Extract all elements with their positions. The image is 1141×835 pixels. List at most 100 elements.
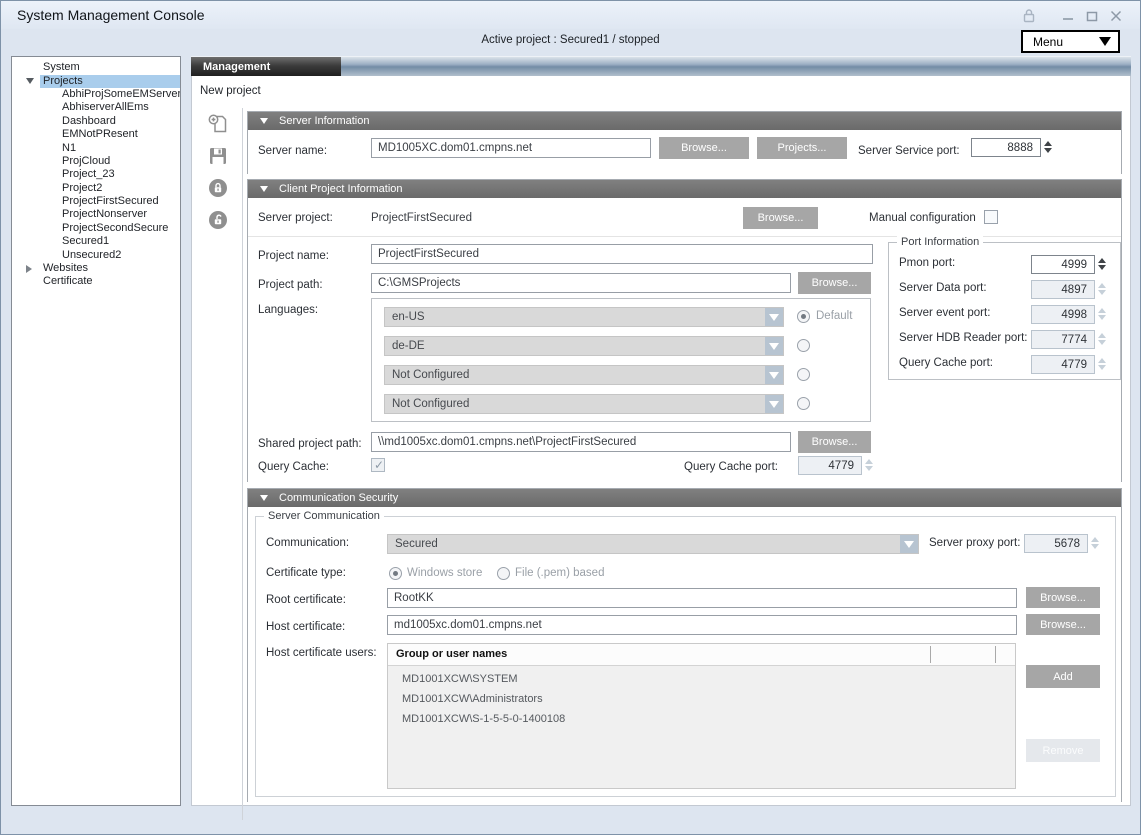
column-divider[interactable] (995, 646, 996, 663)
root-certificate-label: Root certificate: (266, 594, 346, 606)
host-certificate-input[interactable] (387, 615, 1017, 635)
root-certificate-input[interactable] (387, 588, 1017, 608)
lock-open-icon[interactable] (204, 207, 232, 233)
language-default-radio-1[interactable] (797, 310, 810, 323)
tree-item-projcloud[interactable]: ProjCloud (12, 155, 180, 168)
tree-item-system[interactable]: System (12, 61, 180, 74)
section-header[interactable]: Server Information (248, 112, 1121, 130)
tree-item-label: System (40, 61, 83, 74)
user-list-item[interactable]: MD1001XCW\SYSTEM (388, 669, 1015, 689)
collapsed-arrow-icon[interactable] (20, 263, 40, 275)
server-name-input[interactable] (371, 138, 651, 158)
minimize-button[interactable] (1056, 8, 1080, 24)
language-default-radio-3[interactable] (797, 368, 810, 381)
tree-item-websites[interactable]: Websites (12, 262, 180, 275)
server-project-browse-button[interactable]: Browse... (743, 207, 818, 229)
language-dropdown-4[interactable]: Not Configured (384, 394, 784, 414)
tree-item-n1[interactable]: N1 (12, 141, 180, 154)
query-cache-port-spinner[interactable]: 4779 (798, 456, 862, 475)
user-list-item[interactable]: MD1001XCW\S-1-5-5-0-1400108 (388, 709, 1015, 729)
column-divider[interactable] (930, 646, 931, 663)
project-path-input[interactable] (371, 273, 791, 293)
tree-item-label: Secured1 (59, 235, 112, 248)
language-dropdown-2[interactable]: de-DE (384, 336, 784, 356)
section-header[interactable]: Communication Security (248, 489, 1121, 507)
project-name-input[interactable] (371, 244, 873, 264)
communication-dropdown[interactable]: Secured (387, 534, 919, 554)
tree-item-secured1[interactable]: Secured1 (12, 235, 180, 248)
root-certificate-browse-button[interactable]: Browse... (1026, 587, 1100, 608)
tree-item-unsecured2[interactable]: Unsecured2 (12, 248, 180, 261)
port-spinner: 7774 (1031, 330, 1095, 349)
service-port-spin-arrows[interactable] (1042, 137, 1054, 157)
save-icon[interactable] (204, 143, 232, 169)
language-default-radio-4[interactable] (797, 397, 810, 410)
port-spin-arrows[interactable] (1096, 254, 1108, 274)
tree-item-abhiserverallems[interactable]: AbhiserverAllEms (12, 101, 180, 114)
tree-item-abhiprojsomeemserver[interactable]: AbhiProjSomeEMServer (12, 88, 180, 101)
server-projects-button[interactable]: Projects... (757, 137, 847, 159)
tree-item-label: AbhiProjSomeEMServer (59, 88, 181, 101)
lock-closed-icon[interactable] (204, 175, 232, 201)
tree-item-projectfirstsecured[interactable]: ProjectFirstSecured (12, 195, 180, 208)
section-title: Client Project Information (279, 183, 403, 195)
title-bar: System Management Console (1, 1, 1140, 29)
users-column-header: Group or user names (396, 648, 507, 660)
cert-type-windows-radio[interactable] (389, 567, 402, 580)
server-browse-button[interactable]: Browse... (659, 137, 749, 159)
new-project-icon[interactable] (204, 111, 232, 137)
menu-dropdown[interactable]: Menu (1021, 30, 1120, 53)
collapse-arrow-icon (260, 118, 268, 124)
tree-item-projects[interactable]: Projects (12, 74, 180, 87)
port-label: Server Data port: (899, 282, 987, 294)
certificate-type-label: Certificate type: (266, 567, 346, 579)
user-list-item[interactable]: MD1001XCW\Administrators (388, 689, 1015, 709)
side-toolbar (198, 108, 238, 239)
language-value: en-US (392, 311, 425, 323)
tree-item-certificate[interactable]: Certificate (12, 275, 180, 288)
tree-item-projectsecondsecure[interactable]: ProjectSecondSecure (12, 222, 180, 235)
users-list-header[interactable]: Group or user names (388, 644, 1015, 666)
tree-item-projectnonserver[interactable]: ProjectNonserver (12, 208, 180, 221)
close-button[interactable] (1104, 8, 1128, 24)
shared-path-input[interactable] (371, 432, 791, 452)
section-header[interactable]: Client Project Information (248, 180, 1121, 198)
cert-type-pem-radio[interactable] (497, 567, 510, 580)
shared-path-label: Shared project path: (258, 438, 362, 450)
chevron-down-icon[interactable] (765, 395, 783, 413)
add-user-button[interactable]: Add (1026, 665, 1100, 688)
chevron-down-icon[interactable] (900, 535, 918, 553)
tree-item-label: Unsecured2 (59, 249, 124, 262)
tree-item-label: ProjectSecondSecure (59, 222, 171, 235)
language-dropdown-1[interactable]: en-US (384, 307, 784, 327)
shared-path-browse-button[interactable]: Browse... (798, 431, 871, 453)
host-certificate-browse-button[interactable]: Browse... (1026, 614, 1100, 635)
tab-strip: Management (191, 56, 1131, 76)
service-port-spinner[interactable]: 8888 (971, 138, 1041, 157)
section-server-information: Server Information Server name: Browse..… (247, 111, 1122, 174)
language-default-radio-2[interactable] (797, 339, 810, 352)
tree-item-label: Project2 (59, 182, 105, 195)
tree-item-dashboard[interactable]: Dashboard (12, 115, 180, 128)
chevron-down-icon[interactable] (765, 366, 783, 384)
chevron-down-icon (1099, 37, 1111, 46)
expanded-arrow-icon[interactable] (20, 75, 40, 87)
remove-user-button[interactable]: Remove (1026, 739, 1100, 762)
manual-configuration-checkbox[interactable] (984, 210, 998, 224)
chevron-down-icon[interactable] (765, 308, 783, 326)
query-cache-checkbox[interactable] (371, 458, 385, 472)
port-spinner[interactable]: 4999 (1031, 255, 1095, 274)
tree-item-project2[interactable]: Project2 (12, 182, 180, 195)
maximize-button[interactable] (1080, 8, 1104, 24)
tree-item-label: Project_23 (59, 168, 118, 181)
chevron-down-icon[interactable] (765, 337, 783, 355)
language-dropdown-3[interactable]: Not Configured (384, 365, 784, 385)
port-spinner: 4897 (1031, 280, 1095, 299)
tree-item-project_23[interactable]: Project_23 (12, 168, 180, 181)
tree-item-emnotpresent[interactable]: EMNotPResent (12, 128, 180, 141)
tab-management[interactable]: Management (191, 57, 341, 77)
tree-item-label: AbhiserverAllEms (59, 101, 152, 114)
host-certificate-users-list: Group or user names MD1001XCW\SYSTEMMD10… (387, 643, 1016, 789)
proxy-port-spinner[interactable]: 5678 (1024, 534, 1088, 553)
project-path-browse-button[interactable]: Browse... (798, 272, 871, 294)
